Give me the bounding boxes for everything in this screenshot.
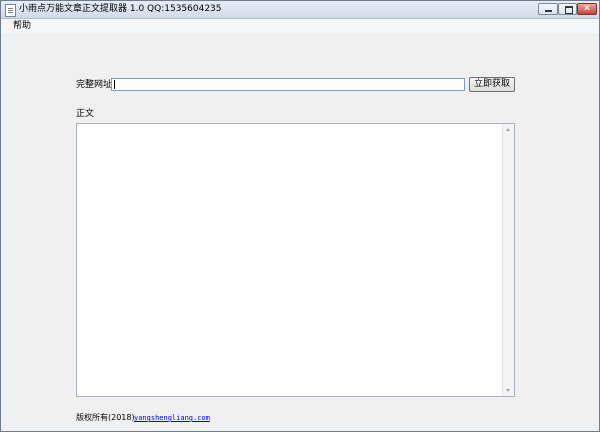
close-button[interactable]: ✕ — [577, 3, 597, 15]
fetch-now-button[interactable]: 立即获取 — [469, 77, 515, 92]
website-link[interactable]: yangshengliang.com — [134, 413, 210, 423]
minimize-button[interactable] — [538, 3, 558, 15]
copyright-text: 版权所有(2018) — [76, 413, 135, 422]
scroll-down-icon[interactable] — [506, 389, 510, 392]
text-caret — [114, 80, 115, 89]
menu-bar: 帮助 — [1, 19, 599, 33]
title-bar[interactable]: 小雨点万能文章正文提取器 1.0 QQ:1535604235 ✕ — [1, 1, 599, 19]
close-icon: ✕ — [583, 4, 591, 14]
scroll-up-icon[interactable] — [506, 128, 510, 131]
vertical-scrollbar[interactable] — [502, 124, 514, 396]
body-textarea[interactable] — [76, 123, 515, 397]
app-window: 小雨点万能文章正文提取器 1.0 QQ:1535604235 ✕ 帮助 完整网址… — [0, 0, 600, 432]
maximize-button[interactable] — [558, 3, 577, 15]
menu-help[interactable]: 帮助 — [9, 20, 35, 32]
url-label: 完整网址 — [76, 80, 113, 90]
window-title: 小雨点万能文章正文提取器 1.0 QQ:1535604235 — [19, 4, 222, 14]
body-label: 正文 — [76, 109, 95, 119]
url-input[interactable] — [111, 78, 465, 91]
document-icon — [5, 4, 16, 17]
